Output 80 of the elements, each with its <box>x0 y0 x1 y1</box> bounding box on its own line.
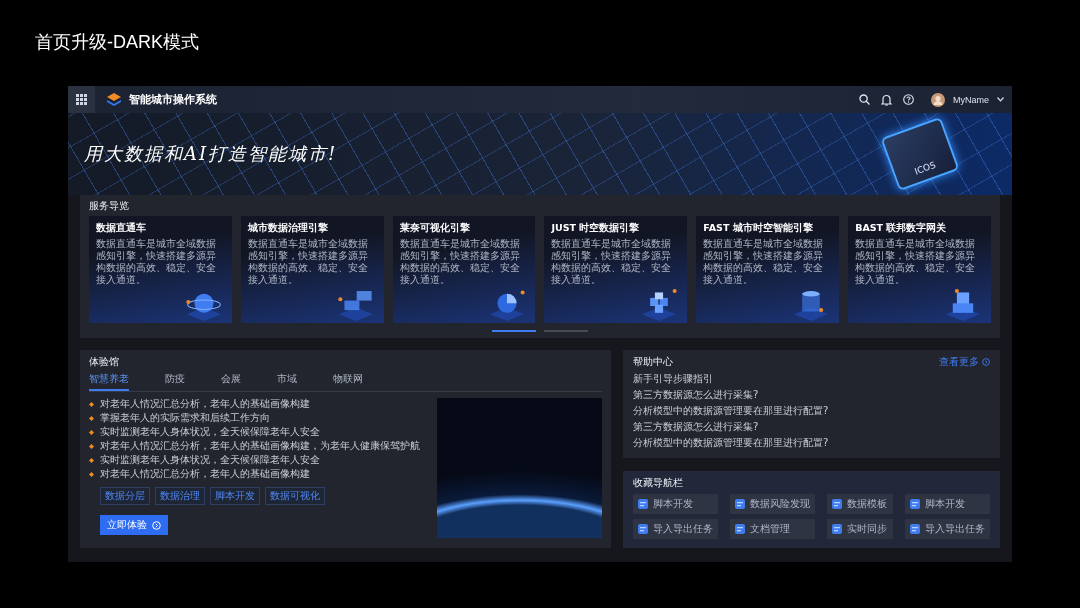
tile-icon <box>832 499 842 509</box>
tile-icon <box>735 524 745 534</box>
service-card[interactable]: FAST 城市时空智能引擎 数据直通车是城市全域数据感知引擎，快速搭建多源异构数据的高效、稳定、安全接入通道。 <box>696 216 840 323</box>
bullet-text: 掌握老年人的实际需求和后续工作方向 <box>100 412 270 424</box>
tile-icon <box>832 524 842 534</box>
section-title: 服务导览 <box>89 199 130 213</box>
card-title: FAST 城市时空智能引擎 <box>703 222 814 235</box>
chip-label: ICOS <box>913 159 938 177</box>
bullet-icon <box>89 415 94 421</box>
banner-slogan: 用大数据和AI打造智能城市! <box>84 142 338 166</box>
see-more-link[interactable]: 查看更多 <box>939 355 979 369</box>
favorite-shortcut[interactable]: 数据风险发现 <box>730 494 815 514</box>
arrow-circle-icon <box>982 358 990 366</box>
favorite-shortcut[interactable]: 脚本开发 <box>633 494 718 514</box>
caret-icon[interactable] <box>997 97 1004 102</box>
service-card[interactable]: 数据直通车 数据直通车是城市全域数据感知引擎，快速搭建多源异构数据的高效、稳定、安全接入通道。 <box>89 216 232 323</box>
section-title: 帮助中心 <box>633 355 674 369</box>
card-title: JUST 时空数据引擎 <box>551 222 641 235</box>
tab[interactable]: 市域 <box>277 372 297 391</box>
tab[interactable]: 会展 <box>221 372 241 391</box>
service-card[interactable]: JUST 时空数据引擎 数据直通车是城市全域数据感知引擎，快速搭建多源异构数据的高效、稳定、安全接入通道。 <box>544 216 688 323</box>
card-description: 数据直通车是城市全域数据感知引擎，快速搭建多源异构数据的高效、稳定、安全接入通道。 <box>855 238 976 286</box>
favorite-shortcut[interactable]: 文档管理 <box>730 519 815 539</box>
notification-bell-icon[interactable] <box>881 93 892 106</box>
page-title: 首页升级-DARK模式 <box>35 31 199 54</box>
service-card[interactable]: BAST 联邦数字网关 数据直通车是城市全域数据感知引擎，快速搭建多源异构数据的高效、稳定、安全接入通道。 <box>848 216 991 323</box>
tab[interactable]: 物联网 <box>333 372 363 391</box>
tile-icon <box>638 499 648 509</box>
bullet-text: 对老年人情况汇总分析，老年人的基础画像构建，为老年人健康保驾护航 <box>100 440 420 452</box>
help-link[interactable]: 分析模型中的数据源管理要在那里进行配置? <box>633 436 990 449</box>
search-icon[interactable] <box>859 94 870 105</box>
tile-icon <box>910 499 920 509</box>
help-link[interactable]: 第三方数据源怎么进行采集? <box>633 388 990 401</box>
layers-logo-icon <box>107 93 121 106</box>
tab[interactable]: 防疫 <box>165 372 185 391</box>
card-description: 数据直通车是城市全域数据感知引擎，快速搭建多源异构数据的高效、稳定、安全接入通道。 <box>247 238 368 286</box>
bullet-text: 对老年人情况汇总分析，老年人的基础画像构建 <box>100 468 310 480</box>
help-link[interactable]: 第三方数据源怎么进行采集? <box>633 420 990 433</box>
card-title: 数据直通车 <box>96 222 147 235</box>
help-link[interactable]: 新手引导步骤指引 <box>633 372 990 385</box>
tag[interactable]: 数据可视化 <box>265 487 325 505</box>
favorite-shortcut[interactable]: 数据模板 <box>827 494 893 514</box>
bullet-text: 实时监测老年人身体状况，全天候保障老年人安全 <box>100 454 320 466</box>
favorite-shortcut[interactable]: 实时同步 <box>827 519 893 539</box>
app-title: 智能城市操作系统 <box>129 92 217 107</box>
bullet-text: 对老年人情况汇总分析，老年人的基础画像构建 <box>100 398 310 410</box>
bullet-text: 实时监测老年人身体状况，全天候保障老年人安全 <box>100 426 320 438</box>
user-name[interactable]: MyName <box>953 94 989 105</box>
card-description: 数据直通车是城市全域数据感知引擎，快速搭建多源异构数据的高效、稳定、安全接入通道。 <box>96 238 216 286</box>
card-description: 数据直通车是城市全域数据感知引擎，快速搭建多源异构数据的高效、稳定、安全接入通道。 <box>399 238 520 286</box>
tile-icon <box>638 524 648 534</box>
try-now-button[interactable]: 立即体验 <box>100 515 168 535</box>
tag[interactable]: 数据分层 <box>100 487 150 505</box>
bullet-icon <box>89 443 94 449</box>
card-title: 城市数据治理引擎 <box>247 222 329 235</box>
favorite-shortcut[interactable]: 脚本开发 <box>905 494 990 514</box>
service-card[interactable]: 城市数据治理引擎 数据直通车是城市全域数据感知引擎，快速搭建多源异构数据的高效、稳定、安全接入通道。 <box>240 216 384 323</box>
card-title: BAST 联邦数字网关 <box>855 222 948 235</box>
section-title: 收藏导航栏 <box>633 476 684 490</box>
section-title: 体验馆 <box>89 355 120 369</box>
bullet-icon <box>89 401 94 407</box>
card-description: 数据直通车是城市全域数据感知引擎，快速搭建多源异构数据的高效、稳定、安全接入通道。 <box>703 238 824 286</box>
card-title: 莱奈可视化引擎 <box>399 222 471 235</box>
avatar-icon[interactable] <box>931 92 945 107</box>
bullet-icon <box>89 457 94 463</box>
arrow-circle-icon <box>152 520 161 530</box>
service-card[interactable]: 莱奈可视化引擎 数据直通车是城市全域数据感知引擎，快速搭建多源异构数据的高效、稳定、安全接入通道。 <box>392 216 536 323</box>
help-icon[interactable] <box>903 94 914 105</box>
tile-icon <box>735 499 745 509</box>
help-link[interactable]: 分析模型中的数据源管理要在那里进行配置? <box>633 404 990 417</box>
tile-icon <box>910 524 920 534</box>
tag[interactable]: 数据治理 <box>155 487 205 505</box>
tab[interactable]: 智慧养老 <box>89 372 129 391</box>
bullet-icon <box>89 429 94 435</box>
bullet-icon <box>89 471 94 477</box>
tag[interactable]: 脚本开发 <box>210 487 260 505</box>
app-grid-icon[interactable] <box>68 86 95 113</box>
favorite-shortcut[interactable]: 导入导出任务 <box>633 519 718 539</box>
card-description: 数据直通车是城市全域数据感知引擎，快速搭建多源异构数据的高效、稳定、安全接入通道。 <box>551 238 672 286</box>
favorite-shortcut[interactable]: 导入导出任务 <box>905 519 990 539</box>
